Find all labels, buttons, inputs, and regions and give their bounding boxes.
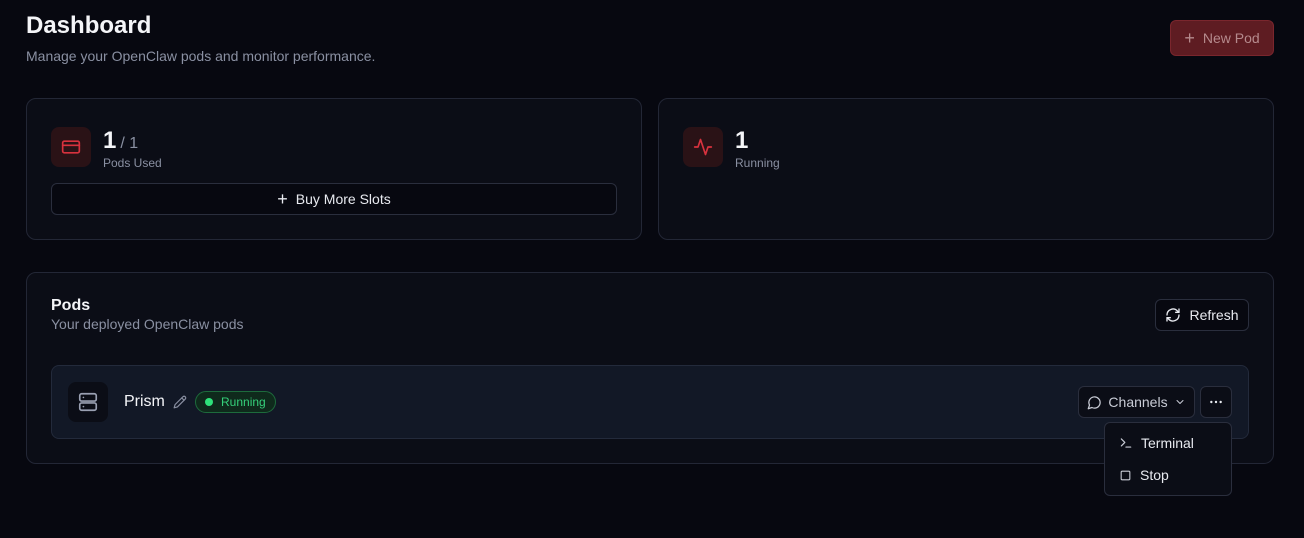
page-title: Dashboard <box>26 12 152 39</box>
card-icon <box>51 127 91 167</box>
menu-item-terminal[interactable]: Terminal <box>1109 427 1227 459</box>
stop-icon <box>1119 469 1132 482</box>
buy-more-slots-button[interactable]: + Buy More Slots <box>51 183 617 215</box>
buy-more-slots-label: Buy More Slots <box>295 191 391 207</box>
pods-used-card: 1/ 1 Pods Used + Buy More Slots <box>26 98 642 240</box>
running-card: 1 Running <box>658 98 1274 240</box>
refresh-icon <box>1165 307 1181 323</box>
pods-title: Pods <box>51 297 91 314</box>
channels-button[interactable]: Channels <box>1078 386 1195 418</box>
plus-icon: + <box>277 189 288 209</box>
more-horizontal-icon <box>1208 394 1224 410</box>
pods-used-value: 1/ 1 <box>103 127 138 155</box>
more-options-button[interactable] <box>1200 386 1232 418</box>
pods-used-total: / 1 <box>120 135 139 152</box>
pods-subtitle: Your deployed OpenClaw pods <box>51 316 244 332</box>
menu-item-label: Stop <box>1140 467 1169 483</box>
pod-actions-menu: Terminal Stop <box>1104 422 1232 496</box>
status-label: Running <box>221 395 266 409</box>
refresh-label: Refresh <box>1189 307 1239 323</box>
pod-name: Prism <box>124 393 165 410</box>
menu-item-stop[interactable]: Stop <box>1109 459 1227 491</box>
pods-used-label: Pods Used <box>103 156 162 170</box>
terminal-icon <box>1119 436 1133 450</box>
activity-icon <box>683 127 723 167</box>
pencil-icon[interactable] <box>173 395 187 409</box>
table-row[interactable]: Prism Running Channels <box>51 365 1249 439</box>
running-label: Running <box>735 156 780 170</box>
refresh-button[interactable]: Refresh <box>1155 299 1249 331</box>
status-badge: Running <box>195 391 276 413</box>
pods-card: Pods Your deployed OpenClaw pods Refresh… <box>26 272 1274 464</box>
channels-label: Channels <box>1108 394 1168 410</box>
server-icon <box>68 382 108 422</box>
chevron-down-icon <box>1174 396 1186 408</box>
new-pod-label: New Pod <box>1202 30 1260 46</box>
status-dot-icon <box>205 398 213 406</box>
plus-icon: + <box>1184 28 1195 48</box>
new-pod-button[interactable]: + New Pod <box>1170 20 1274 56</box>
menu-item-label: Terminal <box>1141 435 1194 451</box>
pods-used-count: 1 <box>103 127 117 154</box>
page-subtitle: Manage your OpenClaw pods and monitor pe… <box>26 48 376 64</box>
message-circle-icon <box>1087 395 1102 410</box>
running-value: 1 <box>735 127 749 154</box>
